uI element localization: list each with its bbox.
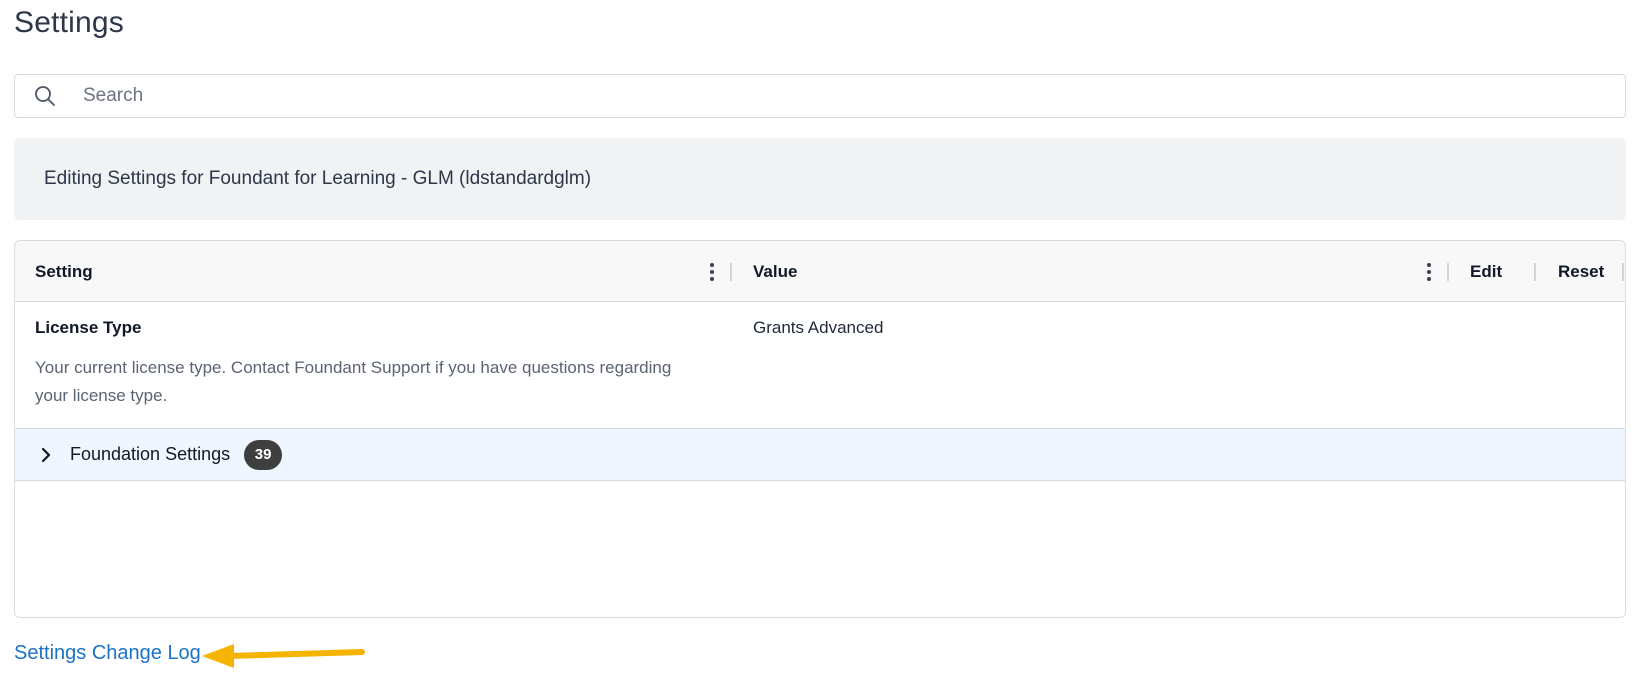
arrow-left-icon xyxy=(202,644,365,668)
search-box[interactable] xyxy=(14,74,1626,118)
column-resize-handle[interactable] xyxy=(1534,263,1536,281)
setting-value: Grants Advanced xyxy=(753,318,884,337)
column-header-setting[interactable]: Setting xyxy=(35,241,93,302)
column-header-value[interactable]: Value xyxy=(753,241,797,302)
table-header: Setting Value Edit Reset xyxy=(15,241,1625,302)
column-header-reset: Reset xyxy=(1558,261,1605,281)
setting-description: Your current license type. Contact Found… xyxy=(35,358,672,405)
column-header-edit: Edit xyxy=(1470,261,1503,281)
search-icon xyxy=(33,84,57,108)
settings-change-log-link[interactable]: Settings Change Log xyxy=(14,642,201,665)
count-badge: 39 xyxy=(244,439,283,470)
page-title: Settings xyxy=(14,6,124,39)
group-row-foundation-settings[interactable]: Foundation Settings 39 xyxy=(15,429,1625,481)
column-resize-handle[interactable] xyxy=(1622,263,1624,281)
table-row: License Type Your current license type. … xyxy=(15,302,1625,429)
context-banner: Editing Settings for Foundant for Learni… xyxy=(14,138,1626,220)
context-banner-text: Editing Settings for Foundant for Learni… xyxy=(44,168,592,189)
setting-column-menu-icon[interactable] xyxy=(702,261,722,283)
group-label: Foundation Settings xyxy=(70,444,231,464)
setting-name: License Type xyxy=(35,318,142,337)
value-column-menu-icon[interactable] xyxy=(1419,261,1439,283)
column-resize-handle[interactable] xyxy=(730,263,732,281)
settings-table: Setting Value Edit Reset License Type Yo… xyxy=(14,240,1626,618)
search-input[interactable] xyxy=(83,85,1483,107)
chevron-right-icon[interactable] xyxy=(35,444,57,466)
column-resize-handle[interactable] xyxy=(1447,263,1449,281)
